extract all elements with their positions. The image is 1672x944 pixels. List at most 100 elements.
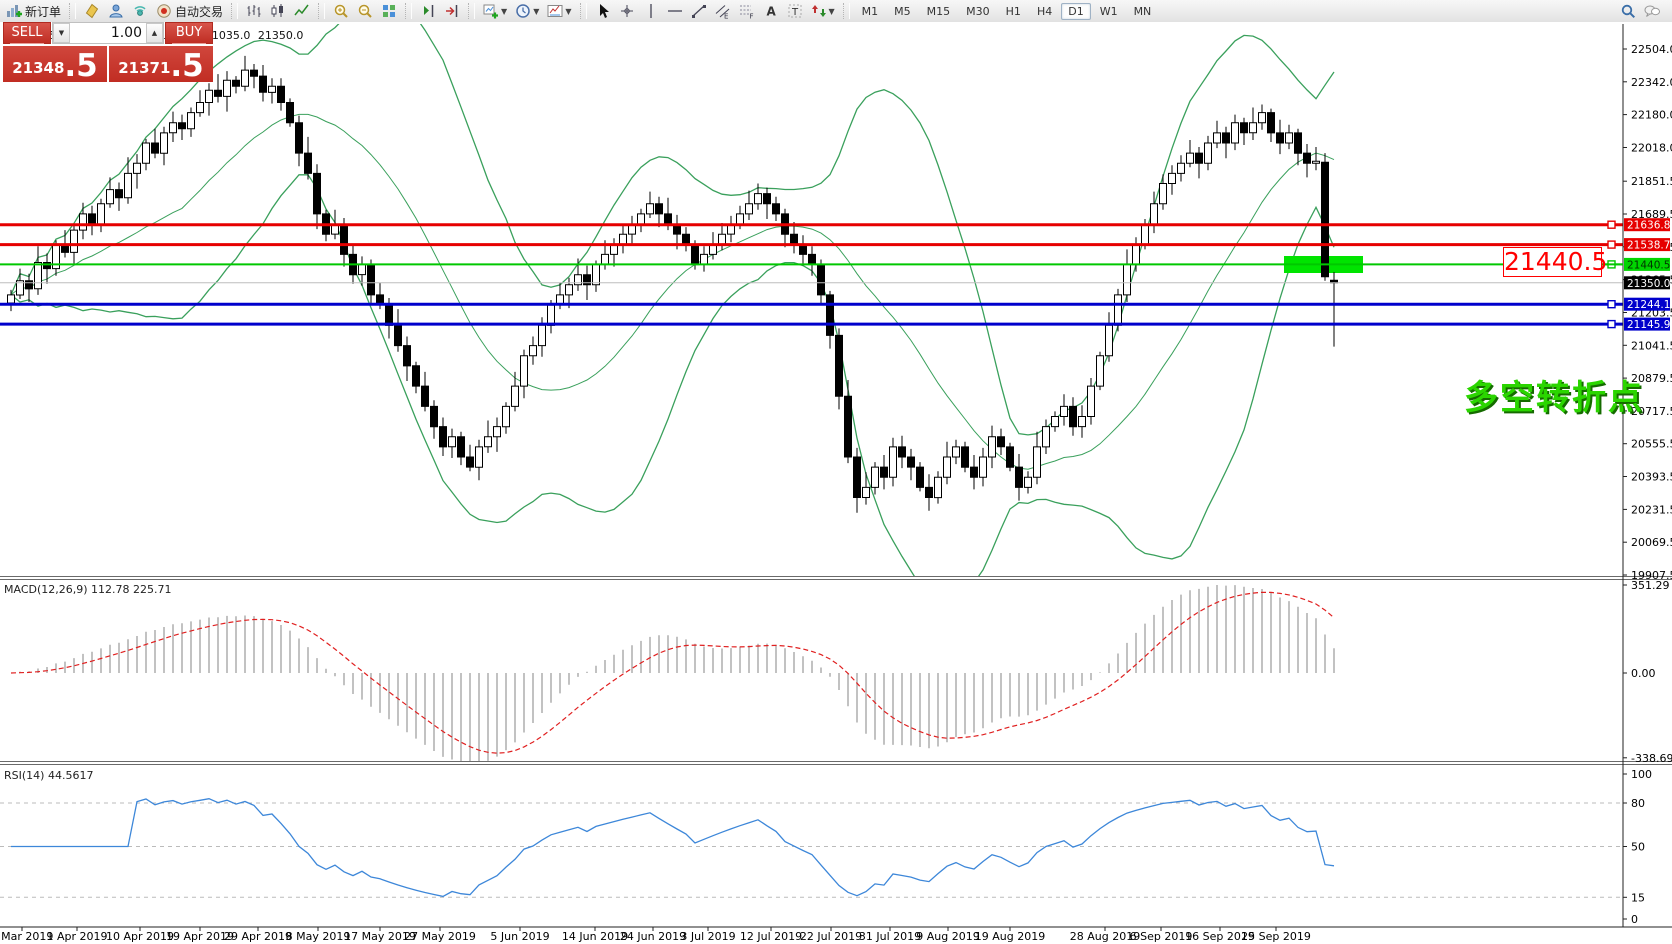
chart-shift-icon-button[interactable]	[440, 0, 464, 22]
volume-decrease-button[interactable]: ▼	[53, 23, 70, 43]
svg-text:50: 50	[1631, 841, 1645, 854]
macd-indicator-label: MACD(12,26,9) 112.78 225.71	[4, 583, 172, 596]
timeframe-m1-button[interactable]: M1	[855, 3, 886, 20]
line-handle[interactable]	[1608, 221, 1615, 228]
svg-text:A: A	[766, 5, 776, 19]
line-handle[interactable]	[1608, 301, 1615, 308]
tile-windows-icon-button[interactable]	[377, 0, 401, 22]
line-chart-icon-button[interactable]	[290, 0, 314, 22]
fibonacci-icon-button[interactable]: F	[735, 0, 759, 22]
line-handle[interactable]	[1608, 321, 1615, 328]
svg-text:3 Jul 2019: 3 Jul 2019	[680, 930, 735, 943]
rsi-indicator-label: RSI(14) 44.5617	[4, 769, 93, 782]
svg-text:80: 80	[1631, 797, 1645, 810]
svg-text:29 Apr 2019: 29 Apr 2019	[224, 930, 292, 943]
channel-icon: E	[715, 3, 731, 19]
profiles-icon-button[interactable]: ▼	[543, 0, 575, 22]
signals-icon	[132, 3, 148, 19]
line-handle[interactable]	[1608, 241, 1615, 248]
timeframe-mn-button[interactable]: MN	[1127, 3, 1159, 20]
svg-text:5 Jun 2019: 5 Jun 2019	[490, 930, 549, 943]
toolbar-separator	[318, 3, 325, 19]
zoom-out-icon-button[interactable]	[353, 0, 377, 22]
search-icon-button[interactable]	[1616, 0, 1640, 22]
chevron-down-icon[interactable]: ▼	[565, 7, 571, 16]
autotrading-icon-label: 自动交易	[175, 3, 223, 20]
svg-text:22018.0: 22018.0	[1631, 142, 1672, 155]
metaeditor-icon-button[interactable]	[80, 0, 104, 22]
chevron-down-icon[interactable]: ▼	[501, 7, 507, 16]
timeframe-m5-button[interactable]: M5	[887, 3, 918, 20]
cursor-icon	[595, 3, 611, 19]
sell-button[interactable]: SELL	[3, 22, 51, 44]
arrows-icon-button[interactable]: ▼	[807, 0, 839, 22]
new-chart-icon-button[interactable]: ▼	[479, 0, 511, 22]
top-toolbar: 新订单 自动交易 ▼ ▼ ▼ EFA T ▼ M1M5M15M30H1H4D1W1MN	[0, 0, 1672, 23]
buy-button[interactable]: BUY	[165, 22, 213, 44]
buy-price[interactable]: 21371.5	[109, 46, 213, 82]
svg-text:21350.0: 21350.0	[1627, 278, 1670, 290]
svg-text:T: T	[791, 7, 799, 18]
horizontal-line-icon	[667, 3, 683, 19]
svg-text:21851.5: 21851.5	[1631, 175, 1672, 188]
trendline-icon-button[interactable]	[687, 0, 711, 22]
price-callout-box[interactable]: 21440.5	[1503, 247, 1602, 277]
profiles-icon	[547, 3, 563, 19]
crosshair-icon	[619, 3, 635, 19]
turning-point-annotation[interactable]: 多空转折点	[1464, 370, 1644, 419]
auto-scroll-icon-button[interactable]	[416, 0, 440, 22]
volume-input[interactable]: 1.00	[70, 23, 146, 43]
svg-text:15: 15	[1631, 891, 1645, 904]
price-label-chip: 21440.5	[1624, 258, 1670, 272]
text-icon-button[interactable]: A	[759, 0, 783, 22]
period-icon-button[interactable]: ▼	[511, 0, 543, 22]
signals-icon-button[interactable]	[128, 0, 152, 22]
toolbar-separator	[231, 3, 238, 19]
chart-surface[interactable]: 22504.022342.022180.022018.021851.521689…	[0, 22, 1672, 944]
zoom-in-icon	[333, 3, 349, 19]
channel-icon-button[interactable]: E	[711, 0, 735, 22]
label-icon-button[interactable]: T	[783, 0, 807, 22]
new-chart-icon	[483, 3, 499, 19]
timeframe-w1-button[interactable]: W1	[1093, 3, 1125, 20]
svg-text:12 Jul 2019: 12 Jul 2019	[740, 930, 802, 943]
period-icon	[515, 3, 531, 19]
svg-text:9 Aug 2019: 9 Aug 2019	[916, 930, 979, 943]
timeframe-m30-button[interactable]: M30	[959, 3, 997, 20]
svg-text:0.00: 0.00	[1631, 667, 1656, 680]
svg-text:21244.1: 21244.1	[1627, 299, 1670, 311]
horizontal-line-icon-button[interactable]	[663, 0, 687, 22]
autotrading-icon-button[interactable]: 自动交易	[152, 0, 227, 22]
timeframe-m15-button[interactable]: M15	[920, 3, 958, 20]
mt4-terminal: { "colors":{"accent_red":"#e60000","acce…	[0, 0, 1672, 944]
sell-price[interactable]: 21348.5	[3, 46, 107, 82]
ohlc-bars-icon-button[interactable]	[242, 0, 266, 22]
chevron-down-icon[interactable]: ▼	[533, 7, 539, 16]
new-order-icon-label: 新订单	[25, 3, 61, 20]
svg-text:2 Mar 2019: 2 Mar 2019	[0, 930, 53, 943]
chart-shift-icon	[444, 3, 460, 19]
chart-window[interactable]: 22504.022342.022180.022018.021851.521689…	[0, 22, 1672, 944]
crosshair-icon-button[interactable]	[615, 0, 639, 22]
price-label-chip: 21145.9	[1624, 318, 1670, 332]
candlestick-icon-button[interactable]	[266, 0, 290, 22]
trendline-icon	[691, 3, 707, 19]
candlestick-icon	[270, 3, 286, 19]
volume-increase-button[interactable]: ▲	[146, 23, 163, 43]
zoom-in-icon-button[interactable]	[329, 0, 353, 22]
vertical-line-icon-button[interactable]	[639, 0, 663, 22]
cursor-icon-button[interactable]	[591, 0, 615, 22]
svg-text:20231.5: 20231.5	[1631, 503, 1672, 516]
metaeditor-icon	[84, 3, 100, 19]
timeframe-group: M1M5M15M30H1H4D1W1MN	[852, 0, 1162, 22]
svg-text:22504.0: 22504.0	[1631, 43, 1672, 56]
autotrading-icon	[156, 3, 172, 19]
timeframe-d1-button[interactable]: D1	[1061, 3, 1090, 20]
svg-text:22180.0: 22180.0	[1631, 109, 1672, 122]
timeframe-h1-button[interactable]: H1	[999, 3, 1028, 20]
new-order-icon-button[interactable]: 新订单	[2, 0, 65, 22]
community-icon-button[interactable]	[104, 0, 128, 22]
chat-icon-button[interactable]	[1640, 0, 1664, 22]
chevron-down-icon[interactable]: ▼	[829, 7, 835, 16]
timeframe-h4-button[interactable]: H4	[1030, 3, 1059, 20]
